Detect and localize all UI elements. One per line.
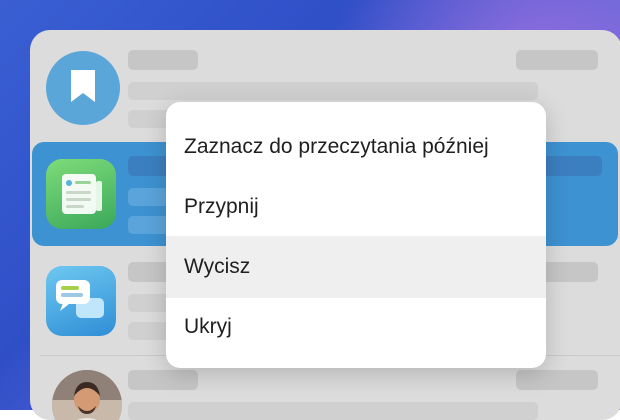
chat-preview-placeholder bbox=[128, 82, 538, 100]
menu-item-label: Przypnij bbox=[184, 195, 259, 218]
menu-item-mute[interactable]: Wycisz bbox=[166, 236, 546, 298]
menu-item-mark-read-later[interactable]: Zaznacz do przeczytania później bbox=[166, 117, 546, 177]
chat-bubbles-app-icon bbox=[46, 266, 116, 336]
menu-item-pin[interactable]: Przypnij bbox=[166, 177, 546, 237]
chat-time-placeholder bbox=[516, 50, 598, 70]
context-menu: Zaznacz do przeczytania później Przypnij… bbox=[166, 102, 546, 368]
chat-preview-placeholder bbox=[128, 402, 538, 420]
menu-item-hide[interactable]: Ukryj bbox=[166, 297, 546, 357]
bookmark-icon bbox=[68, 68, 98, 109]
menu-item-label: Zaznacz do przeczytania później bbox=[184, 135, 489, 158]
newspaper-app-icon bbox=[46, 159, 116, 229]
chat-title-placeholder bbox=[128, 50, 198, 70]
menu-item-label: Wycisz bbox=[184, 255, 251, 278]
chat-title-placeholder bbox=[128, 370, 198, 390]
chat-time-placeholder bbox=[516, 370, 598, 390]
menu-item-label: Ukryj bbox=[184, 315, 232, 338]
person-photo[interactable] bbox=[52, 370, 122, 420]
bookmark-avatar bbox=[46, 51, 120, 125]
